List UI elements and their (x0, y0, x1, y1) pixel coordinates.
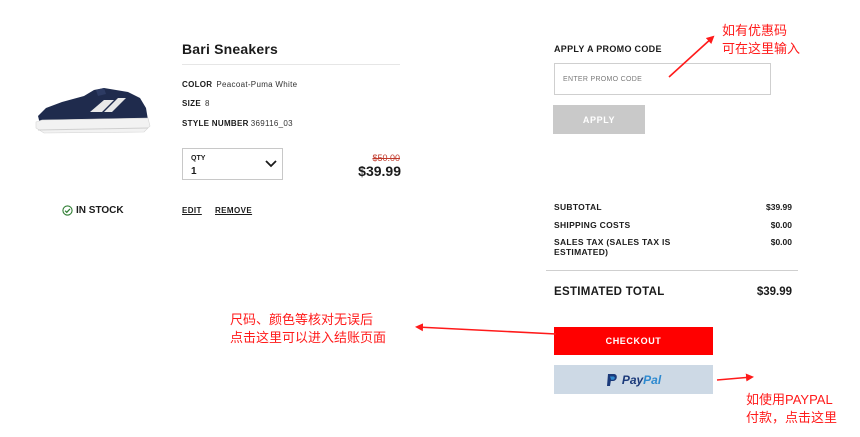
estimated-total-label: ESTIMATED TOTAL (554, 286, 665, 298)
promo-annotation: 如有优惠码 可在这里输入 (722, 22, 800, 58)
summary-divider (546, 270, 798, 271)
product-image (35, 88, 151, 134)
product-style-number: STYLE NUMBER 369116_03 (182, 119, 293, 128)
original-price: $50.00 (372, 153, 400, 163)
checkout-annotation-line2: 点击这里可以进入结账页面 (230, 330, 387, 345)
sales-tax-label-line1: SALES TAX (SALES TAX IS (554, 237, 671, 247)
checkout-annotation-line1: 尺码、颜色等核对无误后 (230, 312, 374, 327)
paypal-logo-icon (606, 373, 617, 386)
color-value: Peacoat-Puma White (216, 80, 298, 89)
remove-link[interactable]: REMOVE (215, 206, 252, 215)
shipping-value: $0.00 (770, 220, 792, 230)
check-circle-icon (62, 205, 73, 216)
qty-label: QTY (191, 155, 206, 162)
style-value: 369116_03 (250, 119, 293, 128)
product-name: Bari Sneakers (182, 41, 278, 57)
paypal-pal: Pal (643, 372, 662, 387)
promo-annotation-line1: 如有优惠码 (722, 23, 788, 38)
checkout-annotation: 尺码、颜色等核对无误后 点击这里可以进入结账页面 (230, 311, 386, 347)
qty-value: 1 (191, 166, 197, 177)
chevron-down-icon (265, 160, 277, 168)
stock-label: IN STOCK (76, 205, 124, 216)
paypal-annotation-line1: 如使用PAYPAL (746, 392, 833, 407)
sales-tax-value: $0.00 (770, 237, 792, 247)
subtotal-value: $39.99 (766, 202, 792, 212)
promo-title: APPLY A PROMO CODE (554, 44, 662, 54)
color-label: COLOR (182, 80, 213, 89)
edit-link[interactable]: EDIT (182, 206, 202, 215)
paypal-pay: Pay (621, 372, 644, 387)
promo-annotation-line2: 可在这里输入 (722, 41, 801, 56)
subtotal-label: SUBTOTAL (554, 202, 602, 212)
sales-tax-label: SALES TAX (SALES TAX IS ESTIMATED) (554, 237, 671, 257)
size-value: 8 (204, 99, 210, 108)
style-label: STYLE NUMBER (182, 119, 249, 128)
promo-code-input[interactable] (554, 63, 771, 95)
quantity-select[interactable]: QTY 1 (182, 148, 283, 180)
paypal-annotation: 如使用PAYPAL 付款，点击这里 (746, 391, 837, 427)
product-size: SIZE 8 (182, 99, 210, 108)
size-label: SIZE (182, 99, 201, 108)
paypal-button[interactable]: PayPal (554, 365, 713, 394)
sales-tax-label-line2: ESTIMATED) (554, 247, 609, 257)
sale-price: $39.99 (358, 163, 401, 179)
title-divider (182, 64, 400, 65)
stock-status: IN STOCK (62, 205, 124, 216)
shipping-label: SHIPPING COSTS (554, 220, 631, 230)
checkout-button[interactable]: CHECKOUT (554, 327, 713, 355)
checkout-arrow (415, 323, 557, 335)
product-color: COLOR Peacoat-Puma White (182, 80, 297, 89)
paypal-arrow (716, 373, 754, 382)
apply-button[interactable]: APPLY (553, 105, 645, 134)
estimated-total-value: $39.99 (756, 286, 792, 298)
paypal-wordmark: PayPal (622, 373, 661, 387)
paypal-annotation-line2: 付款，点击这里 (746, 410, 838, 425)
